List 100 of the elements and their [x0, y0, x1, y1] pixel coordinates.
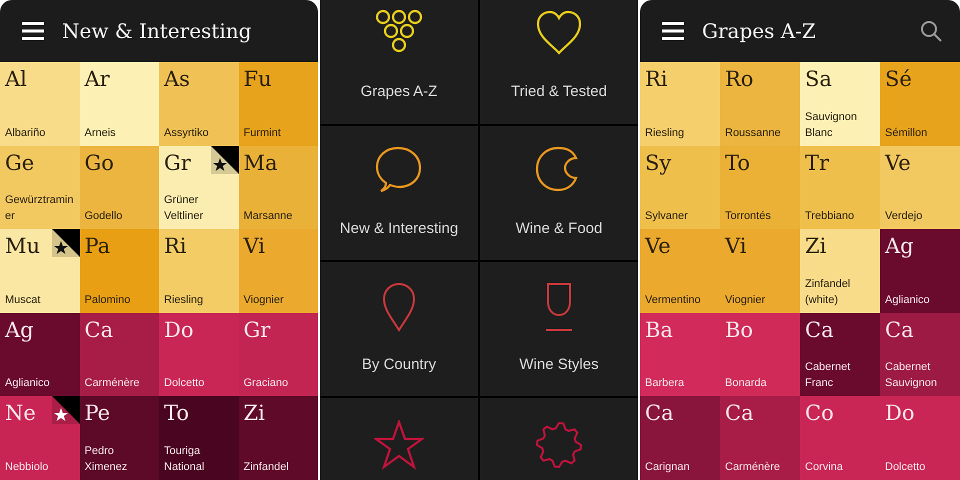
grape-name: Carménère: [84, 376, 141, 392]
grape-symbol: Sé: [885, 66, 912, 92]
grape-tile[interactable]: Fu Furmint: [238, 62, 318, 146]
grape-symbol: Tr: [805, 150, 830, 176]
grape-name: Nebbiolo: [5, 460, 50, 475]
grape-name: Vermentino: [645, 292, 702, 308]
grape-symbol: Vi: [725, 233, 747, 260]
menu-item[interactable]: By Country: [320, 262, 478, 396]
grape-tile[interactable]: Ma Marsanne: [238, 146, 318, 230]
menu-item[interactable]: [480, 398, 638, 480]
grape-tile[interactable]: Ne Nebbiolo: [0, 396, 80, 480]
grape-tile[interactable]: Zi Zinfandel: [238, 396, 318, 480]
grape-tile[interactable]: Ri Riesling: [159, 229, 238, 313]
grape-name: Arneis: [84, 126, 117, 141]
grape-tile[interactable]: Gr Graciano: [238, 312, 318, 396]
menu-item[interactable]: Grapes A-Z: [320, 0, 478, 124]
grape-name: Touriga National: [164, 444, 206, 475]
grape-tile[interactable]: Gr Grüner Veltliner: [159, 146, 238, 230]
grape-tile[interactable]: Pe Pedro Ximenez: [80, 396, 159, 480]
grape-symbol: Gr: [244, 316, 270, 343]
grape-tile[interactable]: Go Godello: [80, 146, 159, 230]
grape-name: Barbera: [645, 376, 686, 392]
grape-symbol: Ag: [5, 316, 34, 343]
grape-tile[interactable]: Ve Vermentino: [640, 229, 720, 313]
grape-name: Zinfandel (white): [805, 276, 852, 308]
grape-symbol: Ri: [164, 233, 187, 260]
grape-tile[interactable]: Zi Zinfandel (white): [800, 229, 880, 313]
grape-symbol: Ca: [725, 400, 754, 426]
grape-name: Muscat: [5, 292, 42, 308]
grape-tile[interactable]: Ca Carignan: [640, 396, 720, 480]
grape-tile[interactable]: Pa Palomino: [80, 229, 159, 313]
grape-name: Corvina: [805, 460, 844, 475]
grape-tile[interactable]: Ca Cabernet Sauvignon: [880, 312, 960, 396]
grape-symbol: Al: [5, 66, 27, 92]
menu-item[interactable]: Tried & Tested: [480, 0, 638, 124]
grape-name: Marsanne: [244, 209, 294, 224]
menu-icon[interactable]: [22, 22, 44, 40]
grape-name: Pedro Ximenez: [84, 444, 128, 475]
grape-tile[interactable]: Ge Gewürztraminer: [0, 146, 80, 230]
menu-item[interactable]: New & Interesting: [320, 126, 478, 260]
grape-tile[interactable]: Bo Bonarda: [720, 312, 800, 396]
grape-tile[interactable]: To Touriga National: [159, 396, 238, 480]
grape-symbol: Do: [164, 316, 194, 343]
grape-name: Riesling: [645, 126, 686, 141]
grape-symbol: Ca: [805, 316, 834, 343]
grape-symbol: Gr: [164, 150, 191, 176]
grape-name: Graciano: [244, 376, 290, 392]
grape-symbol: Vi: [244, 233, 266, 260]
grape-tile[interactable]: Do Dolcetto: [159, 312, 238, 396]
grape-tile[interactable]: Sy Sylvaner: [640, 146, 720, 230]
grape-tile[interactable]: Ri Riesling: [640, 62, 720, 146]
grape-name: Bonarda: [725, 376, 768, 392]
grape-symbol: Ba: [645, 316, 673, 343]
grape-tile[interactable]: Ve Verdejo: [880, 146, 960, 230]
grape-name: Roussanne: [725, 126, 782, 141]
grape-symbol: Do: [885, 400, 914, 426]
grape-symbol: Ca: [885, 316, 914, 343]
grape-name: Godello: [84, 209, 124, 224]
grape-name: Cabernet Sauvignon: [885, 360, 938, 392]
menu-item[interactable]: Wine Styles: [480, 262, 638, 396]
grape-tile[interactable]: Sa Sauvignon Blanc: [800, 62, 880, 146]
grape-tile[interactable]: Ag Aglianico: [0, 312, 80, 396]
grape-symbol: Ne: [5, 400, 36, 426]
grape-symbol: Ag: [885, 233, 914, 260]
grape-name: Torrontés: [725, 209, 772, 224]
grape-tile[interactable]: Al Albariño: [0, 62, 80, 146]
grape-tile[interactable]: Do Dolcetto: [880, 396, 960, 480]
grape-name: Sylvaner: [645, 209, 689, 224]
grape-symbol: Ca: [84, 316, 114, 343]
grape-tile[interactable]: Ag Aglianico: [880, 229, 960, 313]
grape-tile[interactable]: To Torrontés: [720, 146, 800, 230]
grape-name: Carignan: [645, 460, 691, 475]
grape-symbol: Sa: [805, 66, 832, 92]
grape-name: Albariño: [5, 126, 46, 141]
grape-tile[interactable]: Mu Muscat: [0, 229, 80, 313]
grape-symbol: Zi: [244, 400, 265, 426]
grape-tile[interactable]: Ca Carménère: [720, 396, 800, 480]
grape-tile[interactable]: Ar Arneis: [80, 62, 159, 146]
grape-tile[interactable]: Tr Trebbiano: [800, 146, 880, 230]
grape-tile[interactable]: Ca Cabernet Franc: [800, 312, 880, 396]
grape-symbol: Bo: [725, 316, 754, 343]
search-icon[interactable]: [920, 20, 942, 42]
grape-tile[interactable]: Vi Viognier: [720, 229, 800, 313]
grape-tile[interactable]: Sé Sémillon: [880, 62, 960, 146]
grape-tile[interactable]: Ba Barbera: [640, 312, 720, 396]
menu-item[interactable]: Wine & Food: [480, 126, 638, 260]
grape-name: Dolcetto: [164, 376, 206, 392]
grape-name: Assyrtiko: [164, 126, 210, 141]
grape-name: Zinfandel: [244, 460, 290, 475]
grape-tile[interactable]: As Assyrtiko: [159, 62, 238, 146]
grape-tile[interactable]: Vi Viognier: [238, 229, 318, 313]
grape-tile[interactable]: Co Corvina: [800, 396, 880, 480]
menu-item[interactable]: [320, 398, 478, 480]
grape-tile[interactable]: Ca Carménère: [80, 312, 159, 396]
menu-icon[interactable]: [662, 22, 684, 40]
grape-tile[interactable]: Ro Roussanne: [720, 62, 800, 146]
grape-name: Palomino: [84, 292, 132, 308]
grape-name: Dolcetto: [885, 460, 926, 475]
grape-symbol: Fu: [244, 66, 272, 92]
grape-symbol: Zi: [805, 233, 826, 260]
